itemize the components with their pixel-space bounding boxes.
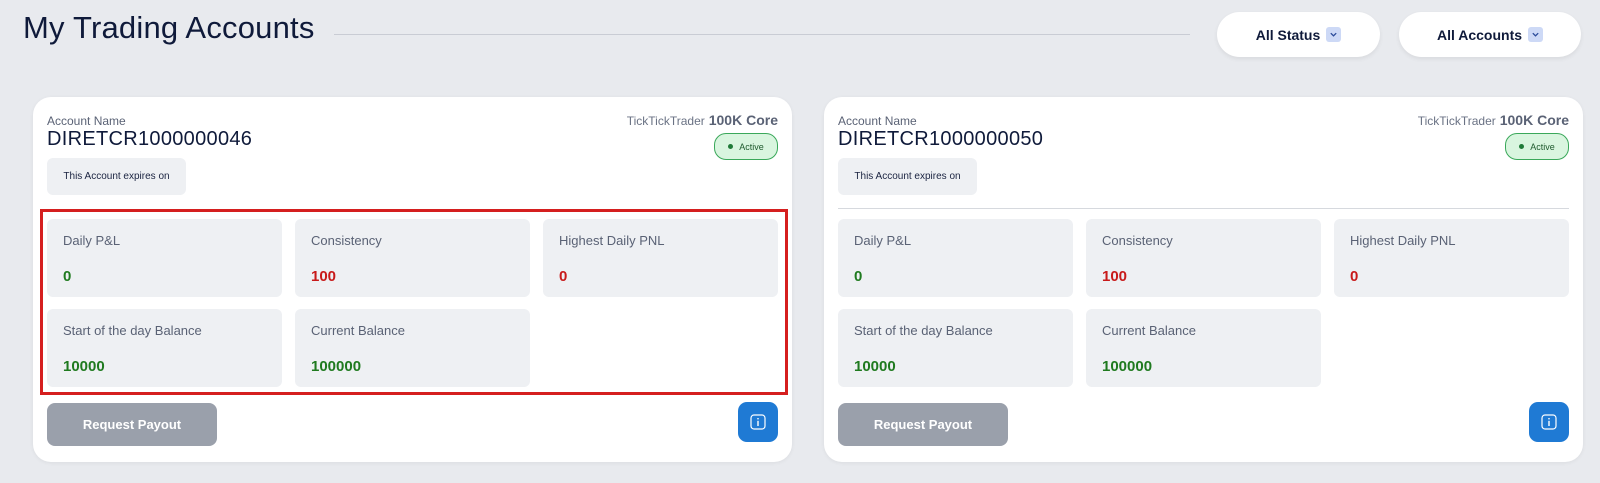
metric-value: 0 — [63, 268, 72, 285]
metric-label: Current Balance — [1102, 323, 1196, 338]
metric-label: Current Balance — [311, 323, 405, 338]
account-card: Account Name DIRETCR1000000046 TickTickT… — [33, 97, 792, 462]
metric-label: Daily P&L — [854, 233, 912, 248]
metric-start-balance: Start of the day Balance 10000 — [838, 309, 1073, 387]
status-filter-dropdown[interactable]: All Status — [1217, 12, 1380, 57]
metric-current-balance: Current Balance 100000 — [295, 309, 530, 387]
metric-label: Highest Daily PNL — [559, 233, 665, 248]
metric-label: Start of the day Balance — [63, 323, 202, 338]
account-name-label: Account Name — [47, 114, 126, 128]
platform-name: TickTickTrader — [626, 114, 705, 128]
metric-consistency: Consistency 100 — [1086, 219, 1321, 297]
metric-value: 0 — [854, 268, 863, 285]
status-dot-icon — [728, 144, 734, 149]
metric-label: Highest Daily PNL — [1350, 233, 1456, 248]
status-badge: Active — [1505, 133, 1569, 160]
metric-value: 100 — [1102, 268, 1128, 285]
account-name: DIRETCR1000000050 — [838, 128, 1044, 150]
status-filter-label: All Status — [1255, 26, 1321, 43]
accounts-filter-label: All Accounts — [1436, 26, 1523, 43]
page-header: My Trading Accounts All Status All Accou… — [0, 0, 1600, 70]
account-name-label: Account Name — [838, 114, 917, 128]
metric-highest-daily-pnl: Highest Daily PNL 0 — [543, 219, 778, 297]
status-dot-icon — [1519, 144, 1525, 149]
metric-label: Start of the day Balance — [854, 323, 993, 338]
metric-value: 10000 — [63, 358, 105, 375]
metric-daily-pnl: Daily P&L 0 — [47, 219, 282, 297]
chevron-down-icon — [1528, 27, 1544, 42]
platform-name: TickTickTrader — [1417, 114, 1496, 128]
status-badge: Active — [714, 133, 778, 160]
accounts-filter-dropdown[interactable]: All Accounts — [1399, 12, 1581, 57]
card-divider — [838, 208, 1569, 209]
expiry-notice: This Account expires on — [47, 158, 186, 195]
info-icon — [1541, 414, 1557, 430]
status-text: Active — [1530, 141, 1555, 152]
request-payout-button[interactable]: Request Payout — [838, 403, 1008, 446]
metric-label: Consistency — [1102, 233, 1173, 248]
expiry-notice: This Account expires on — [838, 158, 977, 195]
metric-value: 10000 — [854, 358, 896, 375]
plan-size: 100K Core — [1499, 112, 1569, 128]
metric-value: 100000 — [1102, 358, 1153, 375]
title-divider — [334, 34, 1190, 35]
metric-label: Consistency — [311, 233, 382, 248]
metric-start-balance: Start of the day Balance 10000 — [47, 309, 282, 387]
metric-consistency: Consistency 100 — [295, 219, 530, 297]
metric-highest-daily-pnl: Highest Daily PNL 0 — [1334, 219, 1569, 297]
page-title: My Trading Accounts — [23, 10, 315, 45]
plan-size: 100K Core — [708, 112, 778, 128]
info-button[interactable] — [1529, 402, 1569, 442]
metric-value: 0 — [1350, 268, 1359, 285]
account-plan: TickTickTrader 100K Core — [627, 112, 778, 128]
metric-current-balance: Current Balance 100000 — [1086, 309, 1321, 387]
chevron-down-icon — [1326, 27, 1342, 42]
metric-daily-pnl: Daily P&L 0 — [838, 219, 1073, 297]
metric-value: 0 — [559, 268, 568, 285]
metric-value: 100 — [311, 268, 337, 285]
account-name: DIRETCR1000000046 — [47, 128, 253, 150]
request-payout-button[interactable]: Request Payout — [47, 403, 217, 446]
account-card: Account Name DIRETCR1000000050 TickTickT… — [824, 97, 1583, 462]
metric-value: 100000 — [311, 358, 362, 375]
account-plan: TickTickTrader 100K Core — [1418, 112, 1569, 128]
status-text: Active — [739, 141, 764, 152]
metric-label: Daily P&L — [63, 233, 121, 248]
info-icon — [750, 414, 766, 430]
info-button[interactable] — [738, 402, 778, 442]
